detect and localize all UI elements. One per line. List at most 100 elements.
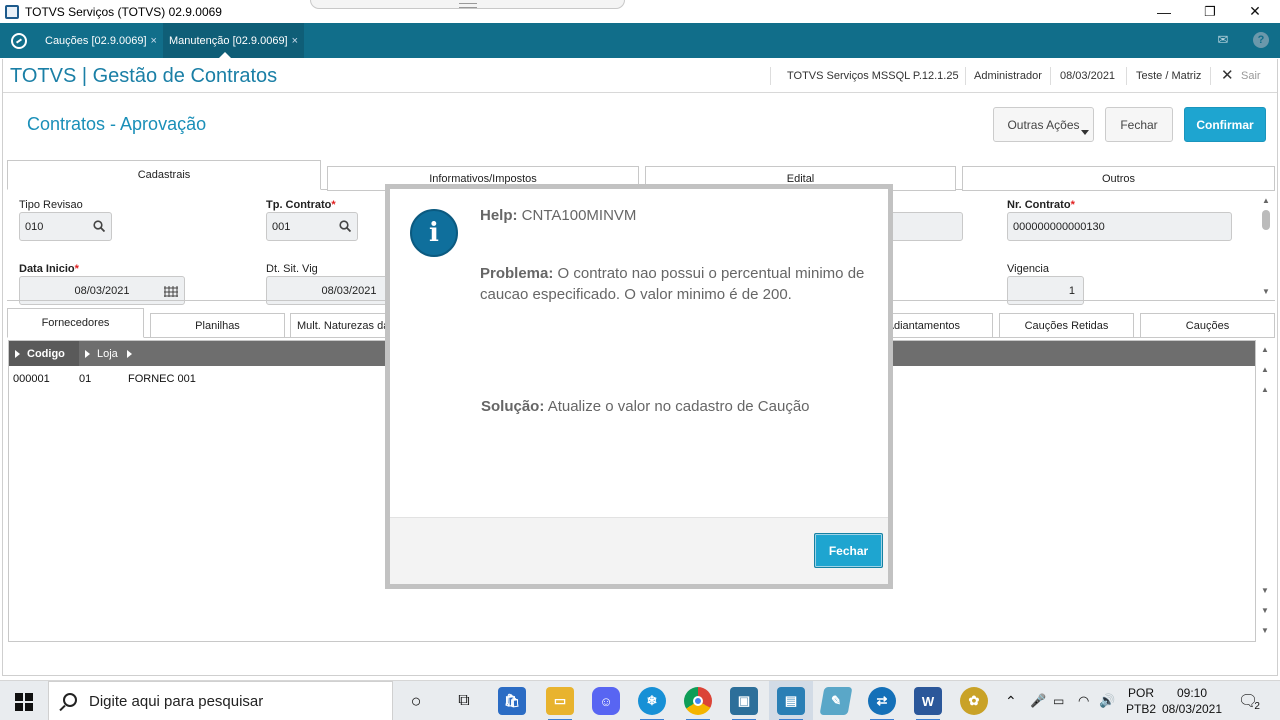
field-label: Vigencia — [1007, 263, 1049, 275]
field-label-text: Nr. Contrato — [1007, 199, 1071, 211]
scroll-up-icon[interactable]: ▲ — [1260, 365, 1270, 375]
environment-label: TOTVS Serviços MSSQL P.12.1.25 — [787, 70, 959, 82]
field-label: Nr. Contrato* — [1007, 199, 1075, 211]
close-tab-icon[interactable]: × — [292, 35, 298, 47]
tab-manutencao[interactable]: Manutenção [02.9.0069] × — [162, 23, 305, 58]
tipo-revisao-input[interactable]: 010 — [19, 212, 112, 241]
word-icon[interactable]: W — [914, 687, 942, 720]
app-window-icon — [5, 4, 19, 19]
column-label: Loja — [97, 347, 118, 360]
clock[interactable]: 09:10 08/03/2021 — [1162, 681, 1222, 720]
tab-fornecedores[interactable]: Fornecedores — [7, 308, 144, 338]
clock-date: 08/03/2021 — [1161, 702, 1223, 716]
scroll-down-icon[interactable]: ▼ — [1260, 606, 1270, 616]
tab-caucoes-retidas[interactable]: Cauções Retidas — [999, 313, 1134, 338]
chevron-down-icon — [1081, 130, 1089, 135]
search-icon[interactable] — [93, 220, 105, 232]
divider — [770, 67, 771, 85]
restore-button[interactable]: ❐ — [1187, 0, 1233, 23]
scroll-bottom-icon[interactable]: ▼ — [1260, 626, 1270, 636]
close-tab-icon[interactable]: × — [151, 35, 157, 47]
app-title: TOTVS | Gestão de Contratos — [10, 65, 278, 87]
page-down-icon[interactable]: ▼ — [1260, 586, 1270, 596]
task-view-icon[interactable]: ⧉ — [450, 687, 478, 715]
column-header-codigo[interactable]: Codigo — [9, 341, 79, 366]
required-mark: * — [1070, 199, 1075, 211]
paint-icon[interactable]: ✿ — [960, 687, 988, 715]
required-mark: * — [74, 263, 79, 275]
scroll-up-icon[interactable]: ▲ — [1261, 196, 1271, 206]
tray-chevron-up-icon[interactable]: ⌃ — [1005, 681, 1017, 720]
sort-arrow-icon — [127, 349, 132, 358]
problem-text: Problema: O contrato nao possui o percen… — [480, 263, 875, 305]
totvs-menu-icon[interactable] — [11, 32, 27, 49]
snowflake-app-icon[interactable]: ❄ — [638, 687, 666, 720]
file-explorer-icon[interactable]: ▭ — [546, 687, 574, 720]
notification-count: 2 — [1254, 700, 1260, 712]
volume-icon[interactable]: 🔊 — [1099, 681, 1115, 720]
problem-label: Problema: — [480, 265, 554, 282]
tab-caucoes[interactable]: Cauções — [1140, 313, 1275, 338]
field-label: Tp. Contrato* — [266, 199, 336, 211]
scroll-top-icon[interactable]: ▲ — [1260, 345, 1270, 355]
help-code: CNTA100MINVM — [521, 207, 637, 224]
tab-outros[interactable]: Outros — [962, 166, 1275, 191]
field-value: 010 — [25, 220, 44, 233]
field-label-text: Tp. Contrato — [266, 199, 332, 211]
app-header: TOTVS | Gestão de Contratos TOTVS Serviç… — [3, 61, 1277, 93]
tab-cadastrais[interactable]: Cadastrais — [7, 160, 321, 190]
page-up-icon[interactable]: ▲ — [1260, 385, 1270, 395]
mail-icon[interactable]: ✉ — [1215, 32, 1231, 48]
cortana-icon[interactable]: ○ — [402, 687, 430, 715]
cell-nome: FORNEC 001 — [128, 373, 196, 385]
language-indicator[interactable]: POR PTB2 — [1126, 681, 1156, 720]
microphone-icon[interactable]: 🎤 — [1030, 681, 1046, 720]
teamviewer-icon[interactable]: ⇄ — [868, 687, 896, 720]
nr-contrato-input[interactable]: 000000000000130 — [1007, 212, 1232, 241]
window-title: TOTVS Serviços (TOTVS) 02.9.0069 — [25, 4, 222, 19]
store-icon[interactable]: 🛍 — [498, 687, 526, 715]
totvs-smartclient-icon[interactable]: ▤ — [777, 687, 805, 720]
grid-scrollbar[interactable]: ▲ ▲ ▲ ▼ ▼ ▼ — [1258, 342, 1272, 642]
close-window-button[interactable]: ✕ — [1232, 0, 1278, 23]
divider — [1210, 67, 1211, 85]
discord-icon[interactable]: ☺ — [592, 687, 620, 715]
tab-caucoes[interactable]: Cauções [02.9.0069] × — [39, 23, 163, 58]
tab-drag-handle[interactable] — [310, 0, 625, 9]
program-tabs-bar: Cauções [02.9.0069] × Manutenção [02.9.0… — [0, 23, 1280, 58]
dialog-close-button[interactable]: Fechar — [814, 533, 883, 568]
notifications-button[interactable]: 🗨 2 — [1238, 681, 1260, 720]
search-icon[interactable] — [339, 220, 351, 232]
help-icon[interactable]: ? — [1253, 32, 1269, 48]
windows-taskbar: Digite aqui para pesquisar ○ ⧉ 🛍 ▭ ☺ ❄ ▣… — [0, 680, 1280, 720]
solution-message: Atualize o valor no cadastro de Caução — [547, 398, 810, 415]
notepad-icon[interactable]: ✎ — [819, 687, 853, 715]
calendar-icon[interactable] — [164, 286, 178, 297]
scrollbar-thumb[interactable] — [1262, 210, 1270, 230]
chrome-icon[interactable] — [684, 687, 712, 720]
field-label: Dt. Sit. Vig — [266, 263, 318, 275]
tab-planilhas[interactable]: Planilhas — [150, 313, 285, 338]
remote-app-icon[interactable]: ▣ — [730, 687, 758, 720]
exit-link[interactable]: Sair — [1241, 70, 1261, 82]
branch-label[interactable]: Teste / Matriz — [1136, 70, 1201, 82]
form-scrollbar[interactable]: ▲ ▼ — [1259, 194, 1273, 300]
help-dialog: i Help: CNTA100MINVM Problema: O contrat… — [390, 189, 888, 584]
search-placeholder: Digite aqui para pesquisar — [89, 692, 264, 710]
scroll-down-icon[interactable]: ▼ — [1261, 287, 1271, 297]
battery-icon[interactable]: ▭ — [1053, 681, 1064, 720]
close-button[interactable]: Fechar — [1105, 107, 1173, 142]
exit-icon[interactable]: ✕ — [1221, 66, 1234, 84]
table-row[interactable]: 000001 01 FORNEC 001 — [9, 373, 409, 389]
date-label: 08/03/2021 — [1060, 70, 1116, 82]
solution-text: Solução: Atualize o valor no cadastro de… — [481, 396, 810, 417]
column-header-next[interactable] — [121, 341, 141, 366]
divider — [1050, 67, 1051, 85]
confirm-button[interactable]: Confirmar — [1184, 107, 1266, 142]
taskbar-search-input[interactable]: Digite aqui para pesquisar — [48, 681, 393, 720]
windows-start-icon[interactable] — [15, 693, 33, 711]
minimize-button[interactable]: — — [1141, 0, 1187, 23]
other-actions-button[interactable]: Outras Ações — [993, 107, 1094, 142]
tp-contrato-input[interactable]: 001 — [266, 212, 358, 241]
wifi-icon[interactable]: ◠ — [1078, 681, 1089, 720]
